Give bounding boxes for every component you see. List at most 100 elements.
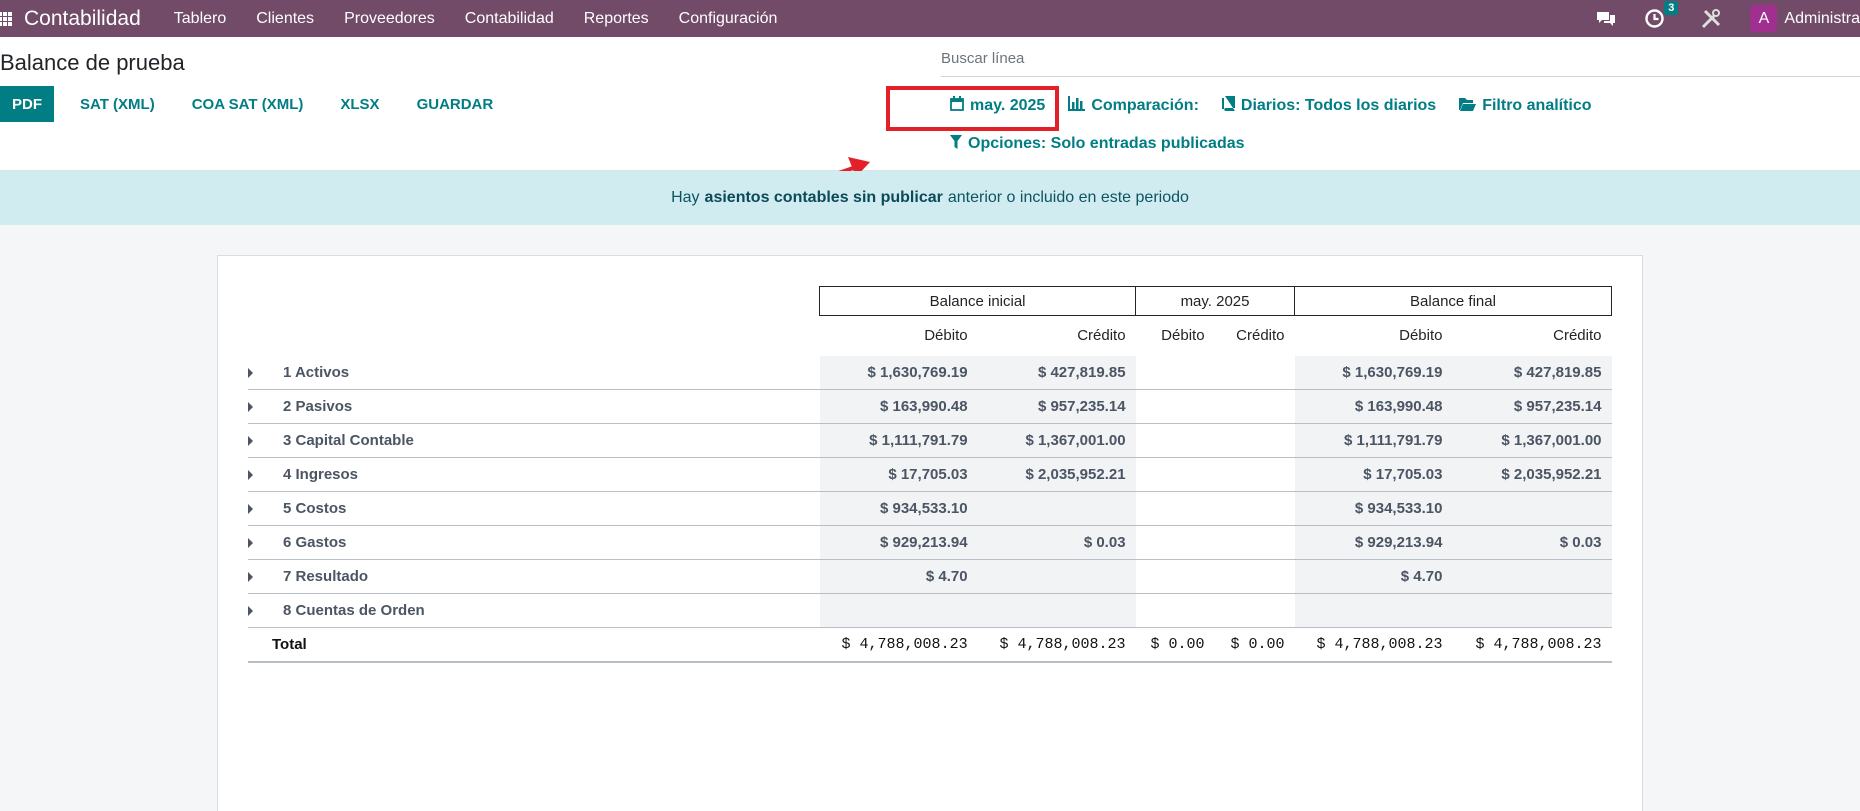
cell-value[interactable]: $ 17,705.03 <box>819 457 978 492</box>
apps-grid-icon[interactable] <box>0 11 12 26</box>
avatar[interactable]: A <box>1750 5 1778 32</box>
folder-open-icon <box>1459 97 1477 115</box>
total-value: $ 4,788,008.23 <box>977 627 1136 663</box>
table-row[interactable]: 7 Resultado $ 4.70 $ 4.70 <box>248 559 1612 594</box>
cell-value[interactable] <box>1452 593 1612 628</box>
total-value: $ 0.00 <box>1214 627 1295 663</box>
top-navbar: Contabilidad Tablero Clientes Proveedore… <box>0 0 1860 37</box>
expand-caret-icon[interactable] <box>248 402 253 413</box>
cell-value[interactable] <box>1294 593 1453 628</box>
sat-xml-button[interactable]: SAT (XML) <box>68 86 167 122</box>
cell-value <box>1135 525 1215 560</box>
expand-caret-icon[interactable] <box>248 367 253 378</box>
comparison-filter[interactable]: Comparación: <box>1068 96 1199 115</box>
account-name: 4 Ingresos <box>283 466 359 483</box>
cell-value[interactable]: $ 934,533.10 <box>1294 491 1453 526</box>
cell-value[interactable]: $ 957,235.14 <box>977 389 1136 424</box>
table-row[interactable]: 8 Cuentas de Orden <box>248 593 1612 628</box>
book-icon <box>1221 96 1235 115</box>
cell-value[interactable] <box>977 559 1136 594</box>
cell-value[interactable]: $ 4.70 <box>819 559 978 594</box>
cell-value[interactable]: $ 0.03 <box>977 525 1136 560</box>
table-row[interactable]: 6 Gastos $ 929,213.94 $ 0.03 $ 929,213.9… <box>248 525 1612 560</box>
table-row[interactable]: 5 Costos $ 934,533.10 $ 934,533.10 <box>248 491 1612 526</box>
debug-tools-icon[interactable] <box>1700 8 1722 30</box>
user-name[interactable]: Administra <box>1784 10 1860 28</box>
cell-value[interactable]: $ 1,367,001.00 <box>1452 423 1612 458</box>
menu-contabilidad[interactable]: Contabilidad <box>465 10 554 28</box>
table-row[interactable]: 2 Pasivos $ 163,990.48 $ 957,235.14 $ 16… <box>248 389 1612 424</box>
total-value: $ 4,788,008.23 <box>819 627 978 663</box>
table-row[interactable]: 4 Ingresos $ 17,705.03 $ 2,035,952.21 $ … <box>248 457 1612 492</box>
cell-value <box>1214 423 1295 458</box>
menu-configuracion[interactable]: Configuración <box>679 10 778 28</box>
cell-value[interactable]: $ 929,213.94 <box>819 525 978 560</box>
cell-value[interactable] <box>977 593 1136 628</box>
cell-value[interactable]: $ 2,035,952.21 <box>1452 457 1612 492</box>
cell-value[interactable] <box>1452 559 1612 594</box>
menu-tablero[interactable]: Tablero <box>174 10 226 28</box>
cell-value[interactable]: $ 163,990.48 <box>1294 389 1453 424</box>
column-header-credit: Crédito <box>1236 327 1285 345</box>
account-name: 1 Activos <box>283 363 350 381</box>
bar-chart-icon <box>1068 96 1086 115</box>
expand-caret-icon[interactable] <box>248 470 253 481</box>
expand-caret-icon[interactable] <box>248 436 253 447</box>
cell-value[interactable]: $ 1,630,769.19 <box>819 355 978 390</box>
cell-value[interactable]: $ 0.03 <box>1452 525 1612 560</box>
journals-filter[interactable]: Diarios: Todos los diarios <box>1221 96 1437 115</box>
cell-value[interactable]: $ 1,111,791.79 <box>819 423 978 458</box>
journals-filter-label: Diarios: Todos los diarios <box>1240 96 1437 114</box>
activity-clock-icon[interactable]: 3 <box>1645 1 1679 28</box>
page-title: Balance de prueba <box>0 50 185 75</box>
cell-value[interactable] <box>977 491 1136 526</box>
table-row[interactable]: 3 Capital Contable $ 1,111,791.79 $ 1,36… <box>248 423 1612 458</box>
cell-value <box>1135 491 1215 526</box>
expand-caret-icon[interactable] <box>248 504 253 515</box>
cell-value[interactable] <box>1452 491 1612 526</box>
cell-value <box>1214 491 1295 526</box>
cell-value[interactable]: $ 1,111,791.79 <box>1294 423 1453 458</box>
total-label: Total <box>248 627 820 663</box>
cell-value[interactable]: $ 2,035,952.21 <box>977 457 1136 492</box>
menu-proveedores[interactable]: Proveedores <box>344 10 435 28</box>
cell-value[interactable] <box>819 593 978 628</box>
options-filter[interactable]: Opciones: Solo entradas publicadas <box>950 135 1245 153</box>
cell-value <box>1135 389 1215 424</box>
xlsx-button[interactable]: XLSX <box>328 86 391 122</box>
chat-icon[interactable] <box>1595 10 1617 28</box>
cell-value[interactable]: $ 163,990.48 <box>819 389 978 424</box>
options-filter-label: Opciones: Solo entradas publicadas <box>968 135 1245 152</box>
cell-value[interactable]: $ 4.70 <box>1294 559 1453 594</box>
account-name: 2 Pasivos <box>283 398 353 415</box>
cell-value[interactable]: $ 934,533.10 <box>819 491 978 526</box>
account-name: 3 Capital Contable <box>283 432 414 449</box>
analytic-filter[interactable]: Filtro analítico <box>1459 97 1592 115</box>
total-value: $ 4,788,008.23 <box>1452 627 1612 663</box>
unposted-entries-alert: Hay asientos contables sin publicar ante… <box>0 171 1860 225</box>
unposted-entries-link[interactable]: asientos contables sin publicar <box>705 189 943 207</box>
cell-value <box>1214 593 1295 628</box>
cell-value[interactable]: $ 929,213.94 <box>1294 525 1453 560</box>
expand-caret-icon[interactable] <box>248 572 253 583</box>
menu-clientes[interactable]: Clientes <box>256 10 314 28</box>
expand-caret-icon[interactable] <box>248 538 253 549</box>
cell-value[interactable]: $ 17,705.03 <box>1294 457 1453 492</box>
pdf-button[interactable]: PDF <box>0 86 54 122</box>
column-header-credit: Crédito <box>1077 327 1126 345</box>
app-brand[interactable]: Contabilidad <box>24 7 141 31</box>
search-input[interactable]: Buscar línea <box>941 50 1860 77</box>
annotation-highlight-box <box>886 86 1059 131</box>
account-name: 8 Cuentas de Orden <box>283 602 425 619</box>
cell-value[interactable]: $ 1,367,001.00 <box>977 423 1136 458</box>
menu-reportes[interactable]: Reportes <box>584 10 649 28</box>
cell-value[interactable]: $ 1,630,769.19 <box>1294 355 1453 390</box>
cell-value[interactable]: $ 957,235.14 <box>1452 389 1612 424</box>
cell-value[interactable]: $ 427,819.85 <box>1452 355 1612 390</box>
expand-caret-icon[interactable] <box>248 606 253 617</box>
coa-sat-xml-button[interactable]: COA SAT (XML) <box>180 86 316 122</box>
save-button[interactable]: GUARDAR <box>405 86 506 122</box>
cell-value[interactable]: $ 427,819.85 <box>977 355 1136 390</box>
table-row[interactable]: 1 Activos $ 1,630,769.19 $ 427,819.85 $ … <box>248 355 1612 390</box>
total-value: $ 0.00 <box>1135 627 1215 663</box>
